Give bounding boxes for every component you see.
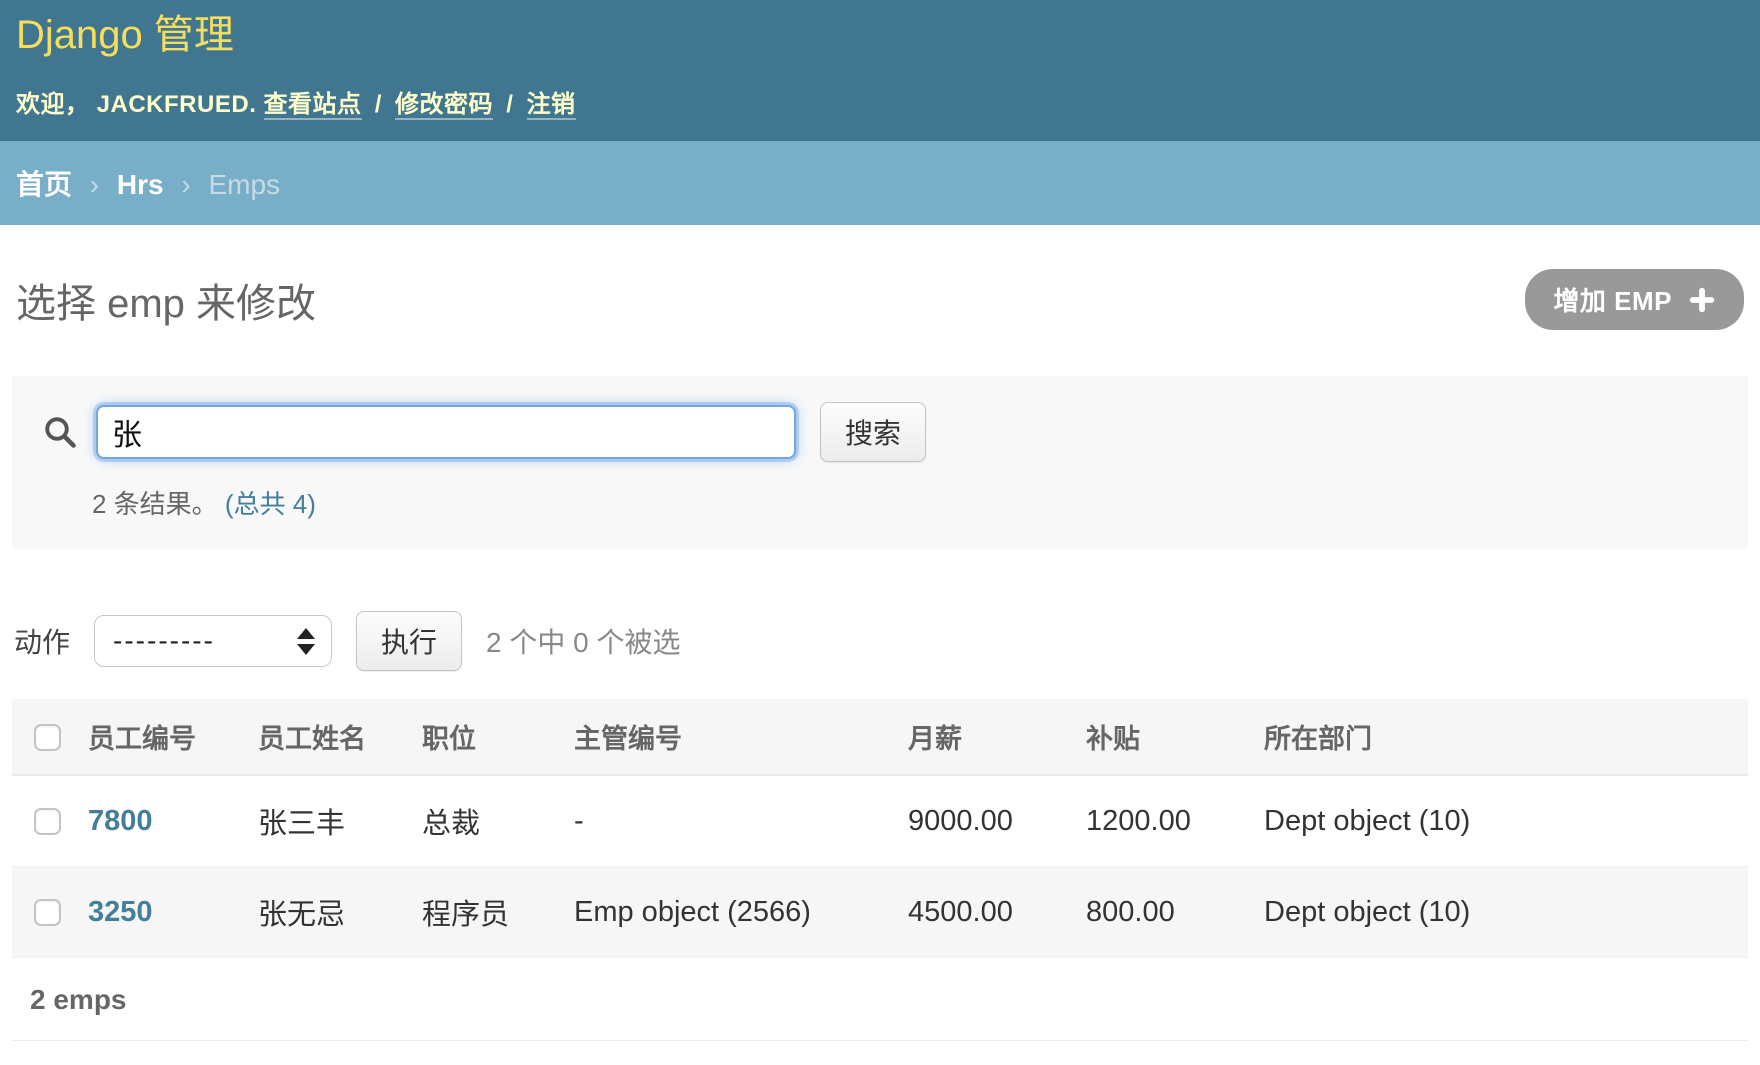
column-header-job: 职位	[412, 699, 564, 775]
search-results-line: 2 条结果。 (总共 4)	[92, 484, 1728, 521]
plus-icon	[1688, 286, 1716, 314]
row-checkbox[interactable]	[34, 899, 61, 926]
username: JACKFRUED	[97, 91, 250, 118]
column-header-emp-no: 员工编号	[78, 699, 248, 775]
column-header-comm: 补贴	[1076, 699, 1254, 775]
welcome-prefix: 欢迎，	[16, 91, 90, 118]
emp-link[interactable]: 7800	[88, 805, 153, 837]
execute-button[interactable]: 执行	[356, 611, 462, 671]
breadcrumb-current: Emps	[209, 169, 281, 200]
add-emp-button[interactable]: 增加 EMP	[1525, 269, 1744, 330]
breadcrumb: 首页 › Hrs › Emps	[0, 141, 1760, 225]
breadcrumb-separator: ›	[80, 169, 109, 200]
add-emp-button-label: 增加 EMP	[1553, 281, 1672, 318]
cell-comm: 1200.00	[1076, 775, 1254, 867]
cell-comm: 800.00	[1076, 867, 1254, 958]
cell-dept: Dept object (10)	[1254, 775, 1748, 867]
branding-title: Django 管理	[16, 12, 1744, 58]
results-count-text: 2 条结果。	[92, 489, 218, 519]
title-row: 选择 emp 来修改 增加 EMP	[12, 269, 1748, 330]
show-all-link[interactable]: (总共 4)	[225, 489, 316, 519]
link-separator: /	[500, 91, 519, 118]
app-header: Django 管理 欢迎， JACKFRUED. 查看站点 / 修改密码 / 注…	[0, 0, 1760, 141]
username-suffix: .	[249, 91, 256, 118]
result-table: 员工编号 员工姓名 职位 主管编号 月薪 补贴 所在部门 7800 张三丰 总裁…	[12, 699, 1748, 958]
column-header-dept: 所在部门	[1254, 699, 1748, 775]
actions-label: 动作	[14, 621, 70, 661]
select-all-checkbox[interactable]	[34, 724, 61, 751]
emp-link[interactable]: 3250	[88, 896, 153, 928]
breadcrumb-hrs-link[interactable]: Hrs	[117, 169, 164, 200]
selection-counter: 2 个中 0 个被选	[486, 621, 680, 661]
cell-mgr-no: -	[564, 775, 898, 867]
action-select[interactable]: ---------	[94, 615, 332, 667]
change-password-link[interactable]: 修改密码	[395, 91, 493, 120]
cell-job: 总裁	[412, 775, 564, 867]
search-row: 搜索	[32, 402, 1728, 462]
table-row: 3250 张无忌 程序员 Emp object (2566) 4500.00 8…	[12, 867, 1748, 958]
table-row: 7800 张三丰 总裁 - 9000.00 1200.00 Dept objec…	[12, 775, 1748, 867]
column-header-mgr-no: 主管编号	[564, 699, 898, 775]
select-arrows-icon	[297, 628, 315, 655]
search-button[interactable]: 搜索	[820, 402, 926, 462]
user-tools: 欢迎， JACKFRUED. 查看站点 / 修改密码 / 注销	[16, 84, 1744, 119]
breadcrumb-home-link[interactable]: 首页	[16, 169, 72, 200]
cell-mgr-no: Emp object (2566)	[564, 867, 898, 958]
row-checkbox[interactable]	[34, 808, 61, 835]
cell-dept: Dept object (10)	[1254, 867, 1748, 958]
column-header-emp-name: 员工姓名	[248, 699, 412, 775]
cell-job: 程序员	[412, 867, 564, 958]
page-title: 选择 emp 来修改	[16, 271, 316, 329]
table-header-row: 员工编号 员工姓名 职位 主管编号 月薪 补贴 所在部门	[12, 699, 1748, 775]
view-site-link[interactable]: 查看站点	[264, 91, 362, 120]
breadcrumb-separator: ›	[171, 169, 200, 200]
cell-salary: 9000.00	[898, 775, 1076, 867]
actions-row: 动作 --------- 执行 2 个中 0 个被选	[12, 611, 1748, 671]
cell-salary: 4500.00	[898, 867, 1076, 958]
paginator-count: 2 emps	[12, 958, 1748, 1041]
cell-emp-name: 张无忌	[248, 867, 412, 958]
search-module: 搜索 2 条结果。 (总共 4)	[12, 376, 1748, 549]
logout-link[interactable]: 注销	[527, 91, 576, 120]
action-select-value: ---------	[113, 625, 215, 657]
link-separator: /	[369, 91, 388, 118]
cell-emp-name: 张三丰	[248, 775, 412, 867]
search-input[interactable]	[96, 405, 796, 459]
main-content: 选择 emp 来修改 增加 EMP 搜索 2 条结果。 (总共 4) 动作	[0, 269, 1760, 1065]
column-header-salary: 月薪	[898, 699, 1076, 775]
search-icon	[32, 414, 78, 450]
